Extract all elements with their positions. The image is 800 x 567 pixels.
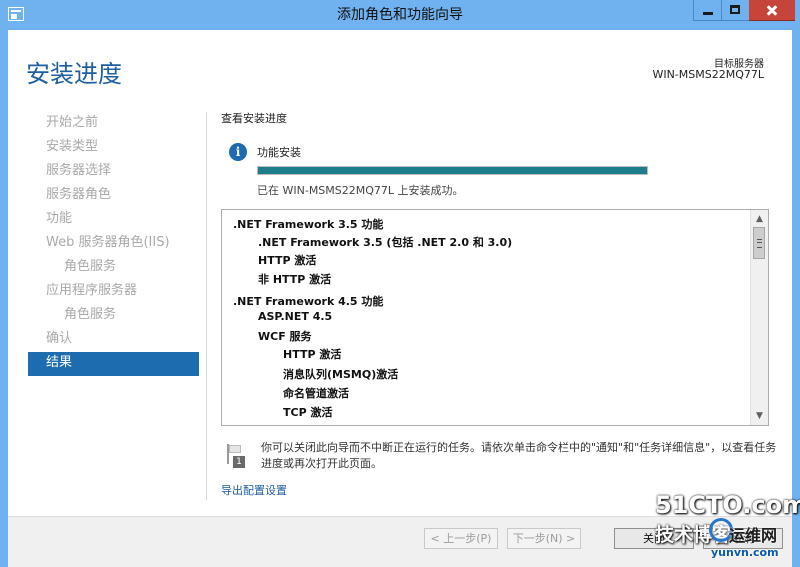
window-border-right: [792, 30, 800, 567]
notice-text: 你可以关闭此向导而不中断正在运行的任务。请依次单击命令栏中的"通知"和"任务详细…: [261, 441, 777, 470]
sidebar-item-before-you-begin: 开始之前: [46, 115, 99, 130]
info-icon: i: [229, 143, 247, 161]
sidebar-item-features: 功能: [46, 211, 73, 226]
feature-list-item: ASP.NET 4.5: [258, 310, 333, 323]
sidebar-divider: [206, 112, 207, 500]
progress-status: 已在 WIN-MSMS22MQ77L 上安装成功。: [257, 184, 464, 197]
next-button[interactable]: 下一步(N) >: [507, 528, 581, 549]
feature-list-item: .NET Framework 3.5 (包括 .NET 2.0 和 3.0): [258, 236, 513, 249]
title-bar[interactable]: 添加角色和功能向导: [0, 0, 800, 30]
notification-count-badge: 1: [233, 456, 245, 468]
scroll-up-icon[interactable]: ▲: [751, 211, 768, 227]
feature-list-item: TCP 激活: [283, 406, 333, 419]
sidebar-item-server-roles: 服务器角色: [46, 187, 112, 202]
feature-list-item: HTTP 激活: [258, 254, 317, 267]
window-border-left: [0, 30, 8, 567]
notification-flag-icon: 1: [225, 444, 247, 468]
sidebar-item-web-role-services: 角色服务: [64, 259, 117, 274]
destination-server-name: WIN-MSMS22MQ77L: [652, 68, 764, 81]
feature-list-scrollbar[interactable]: ▲ ▼: [750, 210, 768, 425]
cancel-button[interactable]: 取消: [703, 528, 783, 549]
feature-list-item: 消息队列(MSMQ)激活: [283, 368, 399, 381]
feature-list-item: 非 HTTP 激活: [258, 273, 332, 286]
minimize-button[interactable]: [693, 0, 721, 21]
scroll-down-icon[interactable]: ▼: [751, 408, 768, 424]
feature-list-item: 命名管道激活: [283, 387, 349, 400]
page-title: 安装进度: [26, 60, 122, 88]
progress-bar: [257, 166, 648, 175]
wizard-steps-nav: 开始之前 安装类型 服务器选择 服务器角色 功能 Web 服务器角色(IIS) …: [28, 112, 199, 376]
sidebar-item-web-server-role: Web 服务器角色(IIS): [46, 235, 170, 250]
feature-list-item: .NET Framework 3.5 功能: [233, 218, 384, 231]
section-title: 查看安装进度: [221, 112, 287, 125]
sidebar-item-confirmation: 确认: [46, 331, 73, 346]
progress-bar-fill: [258, 167, 647, 174]
installed-features-list[interactable]: .NET Framework 3.5 功能 .NET Framework 3.5 …: [221, 209, 769, 426]
sidebar-item-app-role-services: 角色服务: [64, 307, 117, 322]
feature-list-content: .NET Framework 3.5 功能 .NET Framework 3.5 …: [222, 210, 750, 425]
window-title: 添加角色和功能向导: [337, 7, 463, 23]
feature-list-item: WCF 服务: [258, 330, 312, 343]
sidebar-item-server-selection: 服务器选择: [46, 163, 112, 178]
sidebar-item-installation-type: 安装类型: [46, 139, 99, 154]
close-button[interactable]: 关闭: [614, 528, 694, 549]
export-configuration-link[interactable]: 导出配置设置: [221, 482, 287, 498]
scroll-thumb[interactable]: [753, 227, 765, 259]
feature-list-item: HTTP 激活: [283, 348, 342, 361]
wizard-window: 添加角色和功能向导 安装进度 目标服务器 WIN-MSMS22MQ77L 开始之…: [0, 0, 800, 567]
sidebar-item-application-server: 应用程序服务器: [46, 283, 138, 298]
maximize-button[interactable]: [721, 0, 749, 21]
progress-label: 功能安装: [257, 146, 301, 159]
sidebar-item-results[interactable]: 结果: [28, 352, 199, 376]
watermark-51cto: 51CTO.com: [655, 491, 800, 519]
previous-button[interactable]: < 上一步(P): [424, 528, 498, 549]
feature-list-item: .NET Framework 4.5 功能: [233, 295, 384, 308]
close-window-button[interactable]: [749, 0, 795, 21]
